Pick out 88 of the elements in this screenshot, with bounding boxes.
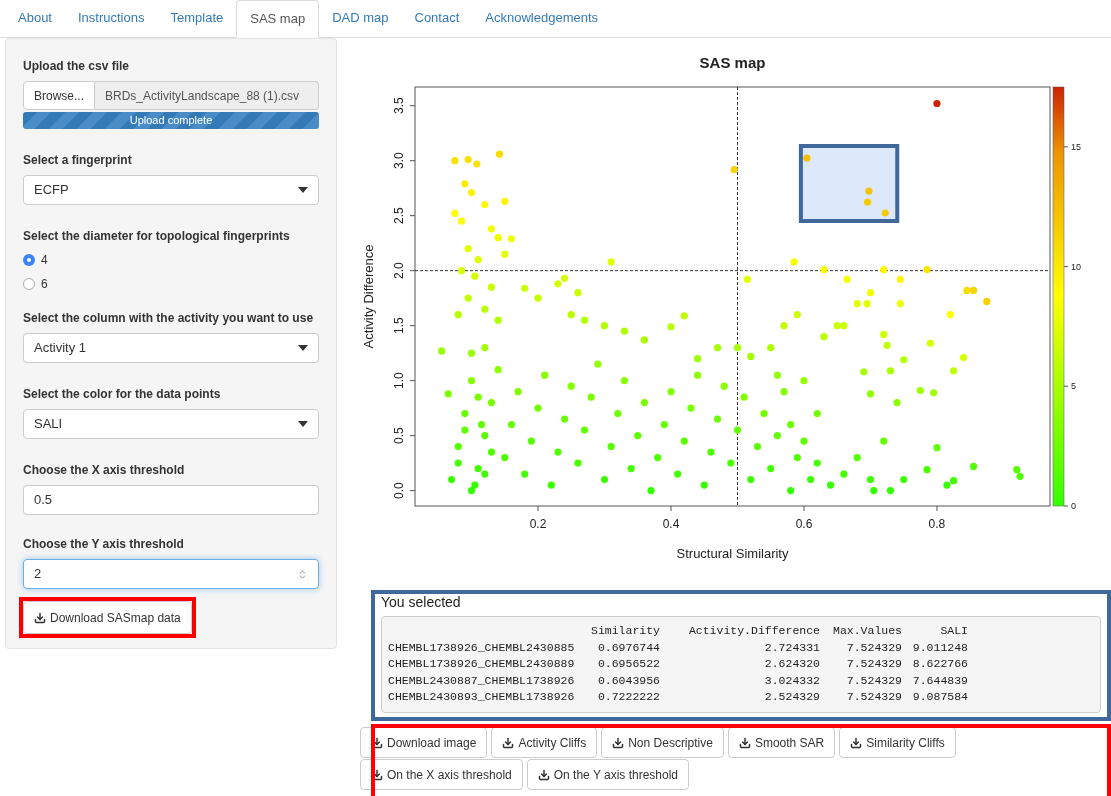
- y-axis-label: Activity Difference: [361, 244, 376, 349]
- download-button[interactable]: Non Descriptive: [601, 727, 724, 758]
- x-threshold-field[interactable]: 0.5: [23, 485, 319, 515]
- color-scale-tick: 15: [1063, 141, 1081, 152]
- y-tick: 3.0: [392, 152, 416, 170]
- field-label: Choose the Y axis threshold: [23, 536, 185, 553]
- download-button[interactable]: Download image: [360, 727, 488, 758]
- point-color-select[interactable]: SALI: [23, 409, 319, 439]
- browse-button[interactable]: Browse...: [23, 81, 95, 110]
- download-button[interactable]: On the X axis threshold: [360, 759, 523, 790]
- fingerprint-select[interactable]: ECFP: [23, 175, 319, 205]
- x-tick: 0.2: [529, 505, 547, 531]
- y-tick-label: 3.5: [392, 97, 406, 115]
- y-tick-label: 0.0: [392, 481, 406, 499]
- column-header: Similarity: [590, 623, 660, 639]
- field-label: Select the color for the data points: [23, 386, 222, 403]
- x-axis-label: Structural Similarity: [676, 546, 789, 561]
- tab[interactable]: Template: [157, 0, 237, 37]
- table-cell-text: 8.622766: [911, 656, 968, 672]
- download-button[interactable]: On the Y axis threshold: [526, 759, 690, 790]
- y-tick-label: 1.0: [392, 371, 406, 389]
- field-label: Select the diameter for topological fingerprints: [23, 228, 291, 245]
- y-tick-label: 0.5: [392, 426, 406, 444]
- y-tick-label: 3.0: [392, 152, 406, 170]
- tab[interactable]: Instructions: [65, 0, 158, 37]
- color-scale-tick: 5: [1063, 381, 1076, 392]
- chart-title: SAS map: [699, 54, 766, 71]
- table-cell-text: 2.624320: [763, 656, 820, 672]
- field-label: Select the column with the activity you want to use: [23, 310, 315, 327]
- row-label: CHEMBL1738926_CHEMBL2430885: [388, 639, 576, 656]
- file-name-field: BRDs_ActivityLandscape_88 (1).csv: [95, 81, 319, 110]
- x-tick-label: 0.8: [928, 517, 946, 531]
- field-label: Choose the X axis threshold: [23, 462, 186, 479]
- row-label: CHEMBL2430893_CHEMBL1738926: [388, 689, 576, 705]
- y-tick: 1.5: [392, 317, 416, 334]
- table-cell-text: 0.6976744: [596, 639, 660, 656]
- table-cell-text: 9.087584: [911, 689, 968, 705]
- tab[interactable]: DAD map: [319, 0, 402, 37]
- column-header: Max.Values: [832, 623, 902, 639]
- y-tick: 0.0: [392, 482, 416, 499]
- activity-column-select[interactable]: Activity 1: [23, 333, 319, 363]
- table-cell-text: 0.6043956: [596, 672, 660, 689]
- row-label: CHEMBL1738926_CHEMBL2430889: [388, 656, 576, 672]
- field-label: Select a fingerprint: [23, 152, 133, 169]
- y-tick-label: 2.0: [392, 261, 406, 279]
- field-label: Upload the csv file: [23, 58, 131, 75]
- x-tick-label: 0.6: [795, 517, 813, 531]
- color-scale-tick: 0: [1063, 501, 1076, 511]
- tab[interactable]: Acknowledgements: [472, 0, 612, 37]
- x-tick: 0.6: [795, 505, 813, 531]
- y-threshold-field[interactable]: 2: [23, 559, 319, 589]
- column-header: Activity.Difference: [687, 623, 820, 639]
- table-cell-text: 9.011248: [911, 639, 968, 656]
- table-cell-text: 7.644839: [911, 672, 968, 689]
- color-scale-tick: 10: [1063, 261, 1081, 272]
- download-button[interactable]: Activity Cliffs: [491, 727, 598, 758]
- y-tick: 0.5: [392, 427, 416, 444]
- tab[interactable]: About: [5, 0, 65, 37]
- x-tick: 0.4: [662, 505, 680, 531]
- row-label: CHEMBL2430887_CHEMBL1738926: [388, 672, 576, 689]
- column-header: SALI: [939, 623, 968, 639]
- y-tick: 2.5: [392, 207, 416, 224]
- table-cell-text: 7.524329: [845, 672, 902, 689]
- tab[interactable]: Contact: [401, 0, 473, 37]
- table-cell-text: 0.6956522: [596, 656, 660, 672]
- table-cell-text: 2.724331: [763, 639, 820, 656]
- y-tick-label: 1.5: [392, 316, 406, 334]
- tab[interactable]: SAS map: [236, 0, 320, 38]
- y-tick: 2.0: [392, 262, 416, 279]
- table-cell-text: 7.524329: [845, 639, 902, 656]
- x-tick-label: 0.2: [529, 517, 547, 531]
- table-cell-text: 0.7222222: [596, 689, 660, 705]
- radio-option[interactable]: 6: [23, 275, 319, 293]
- download-button[interactable]: Similarity Cliffs: [839, 727, 956, 758]
- y-tick: 3.5: [392, 97, 416, 115]
- y-tick-label: 2.5: [392, 207, 406, 225]
- table-cell-text: 2.524329: [763, 689, 820, 705]
- x-tick-label: 0.4: [662, 517, 680, 531]
- table-cell-text: 7.524329: [845, 656, 902, 672]
- table-cell-text: 7.524329: [845, 689, 902, 705]
- x-tick: 0.8: [928, 505, 946, 531]
- download-data-button[interactable]: Download SASmap data: [23, 601, 192, 634]
- output-heading: You selected: [381, 594, 462, 610]
- download-button[interactable]: Smooth SAR: [727, 727, 836, 758]
- y-tick: 1.0: [392, 372, 416, 389]
- upload-progress-fill: Upload complete: [23, 112, 319, 129]
- radio-option[interactable]: 4: [23, 251, 319, 269]
- table-cell-text: 3.024332: [763, 672, 820, 689]
